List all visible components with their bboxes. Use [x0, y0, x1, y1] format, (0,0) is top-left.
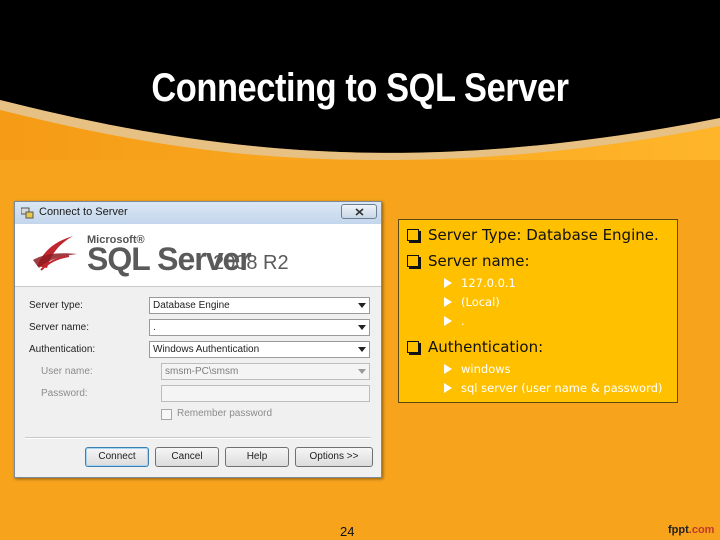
- server-name-option-text: .: [461, 314, 465, 328]
- auth-option-text: sql server (user name & password): [461, 381, 663, 395]
- connection-info-box: Server Type: Database Engine. Server nam…: [398, 219, 678, 403]
- authentication-label: Authentication:: [29, 344, 96, 355]
- sql-server-banner: Microsoft® SQL Server 2008 R2: [15, 224, 381, 287]
- remember-password-checkbox[interactable]: [161, 409, 172, 420]
- server-name-label: Server name:: [29, 322, 90, 333]
- chevron-down-icon: [358, 347, 366, 352]
- cancel-button[interactable]: Cancel: [155, 447, 219, 467]
- chevron-down-icon: [358, 303, 366, 308]
- help-button[interactable]: Help: [225, 447, 289, 467]
- arrow-bullet-icon: [444, 364, 452, 374]
- authentication-text: Authentication:: [428, 338, 544, 356]
- authentication-dropdown[interactable]: Windows Authentication: [149, 341, 370, 358]
- chevron-down-icon: [358, 325, 366, 330]
- brand-suffix: .com: [688, 524, 715, 536]
- server-name-option-text: (Local): [461, 295, 500, 309]
- server-name-option-text: 127.0.0.1: [461, 276, 516, 290]
- connect-to-server-dialog: Connect to Server Microsoft® SQL Server …: [14, 201, 382, 478]
- user-name-dropdown[interactable]: smsm-PC\smsm: [161, 363, 370, 380]
- sql-server-logo-icon: [33, 236, 77, 271]
- dialog-titlebar: Connect to Server: [15, 202, 381, 225]
- user-name-label: User name:: [41, 366, 93, 377]
- server-type-dropdown[interactable]: Database Engine: [149, 297, 370, 314]
- user-name-value: smsm-PC\smsm: [165, 366, 239, 377]
- password-field[interactable]: [161, 385, 370, 402]
- slide-title: Connecting to SQL Server: [151, 66, 569, 110]
- chevron-down-icon: [358, 369, 366, 374]
- server-type-item: Server Type: Database Engine.: [407, 226, 659, 244]
- server-name-option: .: [444, 314, 465, 328]
- authentication-value: Windows Authentication: [153, 344, 260, 355]
- password-label: Password:: [41, 388, 88, 399]
- arrow-bullet-icon: [444, 316, 452, 326]
- server-name-text: Server name:: [428, 252, 530, 270]
- remember-password-label: Remember password: [177, 408, 273, 419]
- arrow-bullet-icon: [444, 297, 452, 307]
- square-bullet-icon: [407, 341, 419, 353]
- close-icon: [355, 208, 364, 216]
- server-name-value: .: [153, 322, 156, 333]
- server-type-label: Server type:: [29, 300, 83, 311]
- dialog-body: Server type: Database Engine Server name…: [15, 287, 381, 477]
- auth-option: windows: [444, 362, 511, 376]
- sql-server-version: 2008 R2: [213, 252, 289, 274]
- server-name-item: Server name:: [407, 252, 530, 270]
- server-type-text: Server Type: Database Engine.: [428, 226, 659, 244]
- page-number: 24: [340, 524, 355, 539]
- arrow-bullet-icon: [444, 383, 452, 393]
- dialog-title: Connect to Server: [39, 206, 128, 218]
- server-name-option: (Local): [444, 295, 500, 309]
- auth-option: sql server (user name & password): [444, 381, 662, 395]
- connect-button[interactable]: Connect: [85, 447, 149, 467]
- arrow-bullet-icon: [444, 278, 452, 288]
- square-bullet-icon: [407, 255, 419, 267]
- authentication-item: Authentication:: [407, 338, 543, 356]
- server-name-dropdown[interactable]: .: [149, 319, 370, 336]
- brand-prefix: fppt: [668, 524, 689, 536]
- server-type-value: Database Engine: [153, 300, 230, 311]
- options-button[interactable]: Options >>: [295, 447, 373, 467]
- connect-server-icon: [21, 207, 34, 219]
- auth-option-text: windows: [461, 362, 511, 376]
- server-name-option: 127.0.0.1: [444, 276, 516, 290]
- square-bullet-icon: [407, 229, 419, 241]
- dialog-divider: [25, 437, 371, 439]
- close-button[interactable]: [341, 204, 377, 219]
- brand-logo: fppt.com: [668, 524, 714, 536]
